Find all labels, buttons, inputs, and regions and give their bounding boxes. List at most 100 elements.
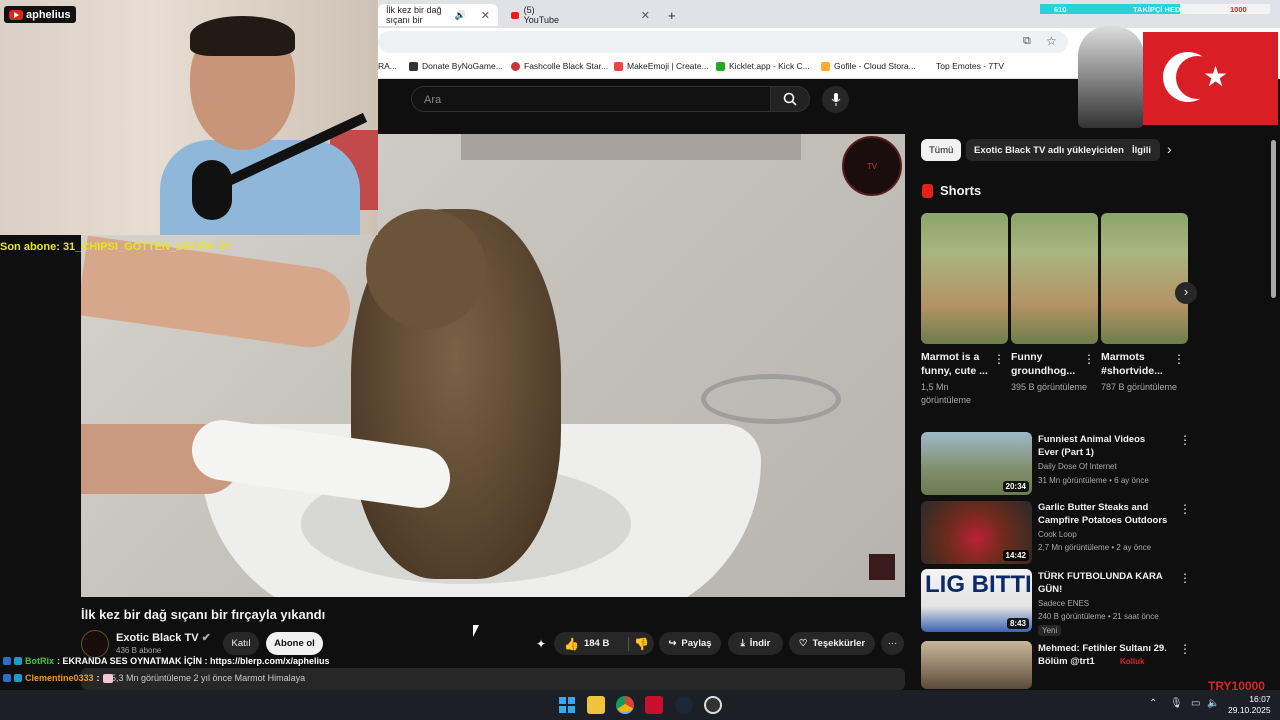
more-options-icon[interactable]: ⋮ [1179, 642, 1191, 656]
short-title[interactable]: Marmots #shortvide... [1101, 350, 1179, 378]
more-options-icon[interactable]: ⋮ [1179, 571, 1191, 585]
chat-badge-icon [3, 657, 11, 665]
video-title[interactable]: Funniest Animal Videos Ever (Part 1) [1038, 433, 1168, 459]
chip-all[interactable]: Tümü [921, 139, 962, 161]
video-title[interactable]: Garlic Butter Steaks and Campfire Potato… [1038, 501, 1168, 527]
more-options-icon[interactable]: ⋮ [1179, 502, 1191, 516]
search-button[interactable] [770, 86, 810, 112]
bookmark-item[interactable]: RA... [378, 61, 397, 71]
bookmark-item[interactable]: Top Emotes - 7TV [936, 61, 1004, 71]
short-thumbnail[interactable] [921, 213, 1008, 344]
clock-time: 16:07 [1249, 694, 1271, 704]
bookmark-label: Fashcolle Black Star... [524, 61, 609, 71]
video-thumbnail[interactable] [921, 641, 1032, 689]
kolluk-overlay: Kolluk [1120, 657, 1145, 666]
bookmark-item[interactable]: Gofile - Cloud Stora... [821, 61, 916, 71]
thumbs-up-icon[interactable]: 👍 [564, 637, 579, 651]
search-input[interactable]: Ara [411, 86, 771, 112]
divider [628, 636, 630, 651]
new-tab-button[interactable]: + [660, 4, 684, 26]
short-views: 1,5 Mn görüntüleme [921, 382, 972, 405]
video-thumbnail[interactable]: 14:42 [921, 501, 1032, 564]
description-box[interactable]: 5,3 Mn görüntüleme 2 yıl önce Marmot Him… [81, 668, 905, 690]
video-frame-soap-dish [701, 374, 841, 424]
thanks-button[interactable]: ♡ Teşekkürler [789, 632, 875, 655]
taskbar [0, 690, 1280, 720]
short-title[interactable]: Funny groundhog... [1011, 350, 1089, 378]
url-field[interactable] [378, 31, 1068, 53]
youtube-favicon-icon [511, 11, 519, 19]
share-button[interactable]: ↪ Paylaş [659, 632, 721, 655]
bookmark-item[interactable]: Kicklet.app - Kick C... [716, 61, 810, 71]
network-icon[interactable]: ▭ [1191, 698, 1200, 709]
install-app-icon[interactable]: ⧉ [1023, 35, 1031, 48]
download-button[interactable]: ⤓ İndir [728, 632, 783, 655]
more-actions-button[interactable]: ··· [881, 632, 904, 655]
bookmark-item[interactable]: Donate ByNoGame... [409, 61, 503, 71]
page-scrollbar[interactable] [1271, 140, 1276, 298]
obs-icon[interactable] [704, 696, 722, 714]
short-thumbnail[interactable] [1101, 213, 1188, 344]
video-title[interactable]: Mehmed: Fetihler Sultanı 29. Bölüm @trt1 [1038, 642, 1168, 668]
share-arrow-icon: ↪ [668, 638, 677, 649]
chip-related[interactable]: İlgili [1124, 139, 1160, 161]
video-thumbnail[interactable]: 20:34 [921, 432, 1032, 495]
more-options-icon[interactable]: ⋮ [1179, 433, 1191, 447]
microphone-tray-icon[interactable]: 🎙 [1170, 698, 1183, 709]
streaming-app-icon[interactable] [645, 696, 663, 714]
file-explorer-icon[interactable] [587, 696, 605, 714]
video-title[interactable]: TÜRK FUTBOLUNDA KARA GÜN! [1038, 570, 1168, 596]
close-tab-icon[interactable]: ✕ [481, 9, 490, 22]
ai-sparkle-icon[interactable]: ✦ [536, 637, 546, 651]
channel-name-text: Exotic Black TV [116, 632, 199, 644]
short-views: 395 B görüntüleme [1011, 382, 1088, 392]
video-channel[interactable]: Daily Dose Of Internet [1038, 462, 1117, 471]
video-channel[interactable]: Cook Loop [1038, 530, 1077, 539]
chip-uploader[interactable]: Exotic Black TV adlı yükleyiciden [966, 139, 1132, 161]
more-options-icon[interactable]: ⋮ [1083, 352, 1095, 366]
chat-message: BotRix : EKRANDA SES OYNATMAK İÇİN : htt… [3, 656, 330, 666]
tray-chevron-icon[interactable]: ⌃ [1149, 698, 1157, 709]
microphone-icon [831, 92, 840, 106]
join-button[interactable]: Katıl [223, 632, 259, 655]
bookmark-item[interactable]: MakeEmoji | Create... [614, 61, 709, 71]
tab-youtube[interactable]: (5) YouTube ✕ [503, 4, 658, 26]
webcam-microphone [192, 160, 232, 220]
chat-emote-icon [102, 673, 113, 683]
more-options-icon[interactable]: ⋮ [1173, 352, 1185, 366]
webcam-overlay: aphelius [0, 0, 378, 235]
like-count[interactable]: 184 B [584, 638, 609, 649]
subscribe-button[interactable]: Abone ol [266, 632, 323, 655]
video-thumbnail[interactable]: LIG BITTI 8:43 [921, 569, 1032, 632]
bookmark-item[interactable]: Fashcolle Black Star... [511, 61, 608, 71]
bookmark-star-icon[interactable]: ☆ [1046, 34, 1057, 48]
chrome-icon[interactable] [616, 696, 634, 714]
audio-icon: 🔊 [454, 9, 466, 20]
channel-watermark-logo: TV [842, 136, 902, 196]
video-channel[interactable]: Sadece ENES [1038, 599, 1089, 608]
channel-avatar[interactable] [81, 630, 109, 658]
thumbnail-text: LIG BITTI [925, 571, 1032, 598]
channel-name[interactable]: Exotic Black TV ✔ [116, 631, 211, 644]
system-clock[interactable]: 16:07 29.10.2025 [1228, 694, 1271, 716]
more-options-icon[interactable]: ⋮ [993, 352, 1005, 366]
chat-badge-icon [14, 674, 22, 682]
chat-user: Clementine0333 [25, 673, 94, 683]
branding-watermark[interactable] [869, 554, 895, 580]
chat-text: : [96, 673, 100, 683]
bookmark-favicon-icon [511, 61, 520, 71]
chat-text: : EKRANDA SES OYNATMAK İÇİN : https://bl… [57, 656, 330, 666]
share-label: Paylaş [681, 638, 712, 649]
steam-icon[interactable] [675, 696, 693, 714]
shorts-next-button[interactable]: › [1175, 282, 1197, 304]
windows-start-icon[interactable] [558, 696, 576, 714]
short-title[interactable]: Marmot is a funny, cute ... [921, 350, 999, 378]
short-thumbnail[interactable] [1011, 213, 1098, 344]
bookmark-label: Kicklet.app - Kick C... [729, 61, 810, 71]
volume-icon[interactable]: 🔈 [1207, 698, 1219, 709]
tab-active[interactable]: İlk kez bir dağ sıçanı bir 🔊 ✕ [378, 4, 498, 26]
chevron-right-icon[interactable]: › [1167, 141, 1172, 157]
close-tab-icon[interactable]: ✕ [641, 9, 650, 22]
voice-search-button[interactable] [822, 86, 849, 113]
thumbs-down-icon[interactable]: 👎 [634, 637, 649, 651]
